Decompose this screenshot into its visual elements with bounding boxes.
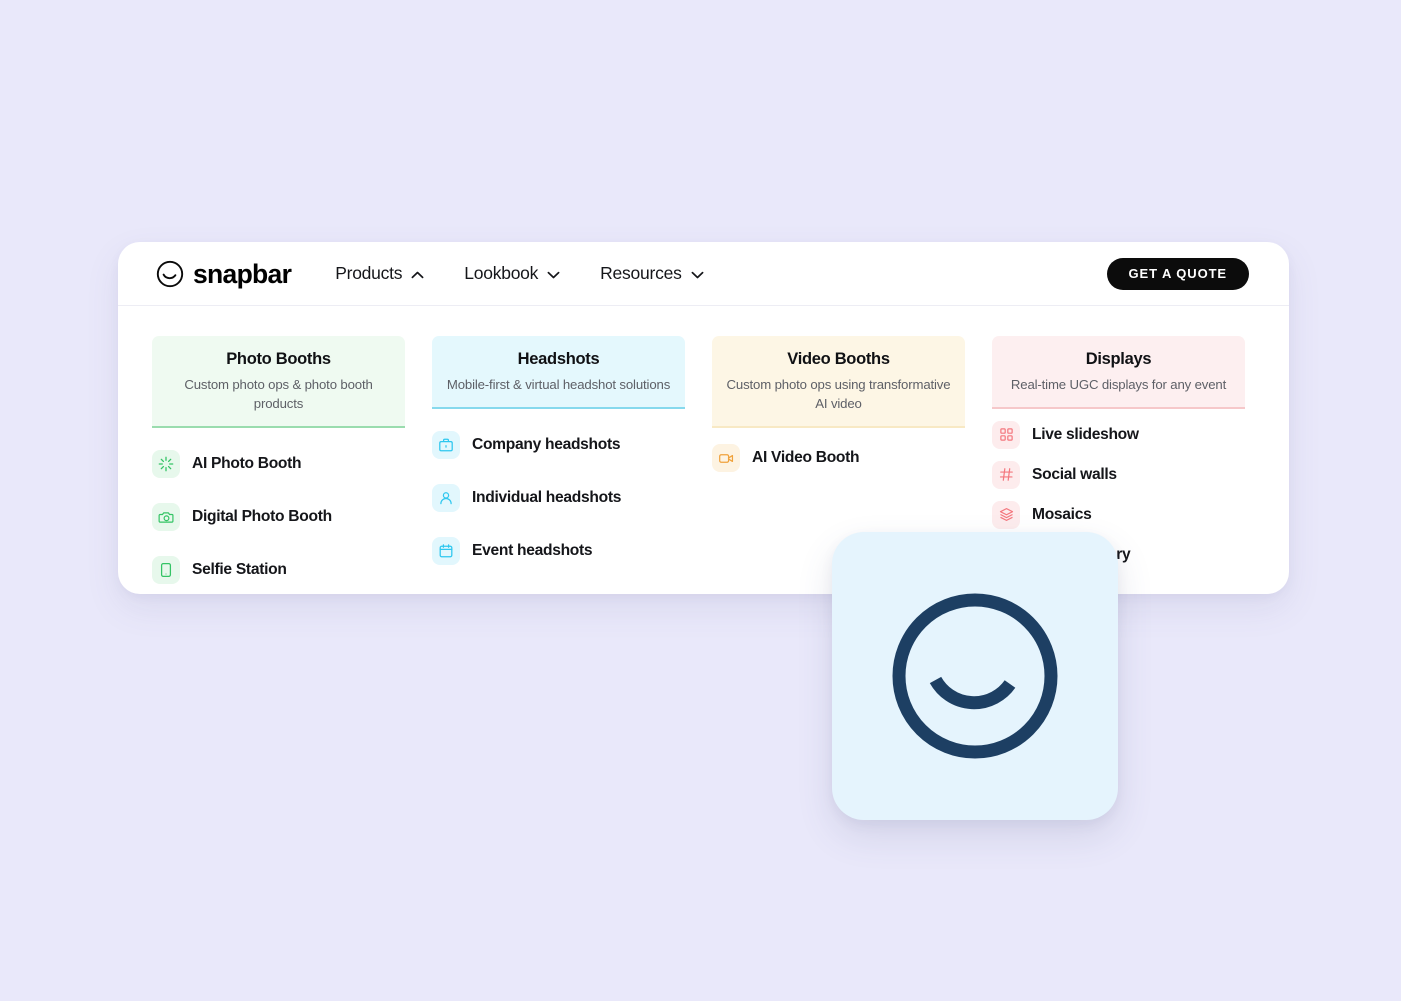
column-description: Real-time UGC displays for any event [1010, 376, 1227, 392]
mega-column-headshots: Headshots Mobile-first & virtual headsho… [432, 336, 685, 603]
menu-item-label: AI Photo Booth [192, 455, 302, 473]
sparkle-icon [152, 450, 180, 479]
menu-item-label: Individual headshots [472, 488, 622, 506]
column-title: Photo Booths [226, 350, 331, 368]
menu-item-social-walls[interactable]: Social walls [992, 459, 1245, 491]
nav-item-lookbook[interactable]: Lookbook [464, 262, 560, 283]
menu-item-label: AI Video Booth [752, 449, 860, 467]
camera-icon [152, 503, 180, 532]
menu-item-label: Event headshots [472, 541, 593, 559]
video-camera-icon [712, 444, 740, 473]
menu-item-ai-photo-booth[interactable]: AI Photo Booth [152, 444, 405, 484]
floating-logo-card [832, 532, 1118, 820]
column-description: Custom photo ops & photo booth products [184, 376, 373, 411]
snapbar-wordmark: snapbar [193, 259, 292, 290]
menu-item-digital-photo-booth[interactable]: Digital Photo Booth [152, 497, 405, 537]
calendar-icon [432, 536, 460, 565]
snapbar-logo[interactable]: snapbar [156, 259, 292, 290]
chevron-up-icon [411, 265, 424, 283]
column-description: Custom photo ops using transformative AI… [726, 376, 951, 411]
menu-item-ai-video-booth[interactable]: AI Video Booth [712, 438, 965, 478]
mega-column-photo-booths: Photo Booths Custom photo ops & photo bo… [152, 336, 405, 603]
nav-item-lookbook-label: Lookbook [464, 262, 539, 283]
nav-links: Products Lookbook Resources [335, 262, 704, 283]
nav-item-products-label: Products [335, 262, 403, 283]
menu-item-label: Mosaics [1032, 505, 1092, 523]
column-description: Mobile-first & virtual headshot solution… [446, 376, 671, 392]
briefcase-icon [432, 430, 460, 459]
menu-item-label: Selfie Station [192, 561, 287, 579]
tablet-icon [152, 556, 180, 585]
column-title: Video Booths [787, 350, 890, 368]
person-icon [432, 483, 460, 512]
menu-item-mosaics[interactable]: Mosaics [992, 499, 1245, 531]
get-a-quote-button[interactable]: GET A QUOTE [1106, 257, 1249, 290]
site-navbar: snapbar Products Lookbook Resources GET … [118, 242, 1289, 306]
column-title: Displays [1085, 350, 1152, 368]
column-header-displays[interactable]: Displays Real-time UGC displays for any … [992, 336, 1245, 409]
column-header-headshots[interactable]: Headshots Mobile-first & virtual headsho… [432, 336, 685, 409]
menu-item-label: Live slideshow [1032, 425, 1139, 443]
menu-item-label: Digital Photo Booth [192, 508, 332, 526]
menu-item-individual-headshots[interactable]: Individual headshots [432, 478, 685, 518]
column-items-headshots: Company headshots Individual headshots E… [432, 409, 685, 571]
nav-item-resources[interactable]: Resources [600, 262, 704, 283]
grid-icon [992, 420, 1020, 449]
column-items-photo-booths: AI Photo Booth Digital Photo Booth Selfi… [152, 428, 405, 590]
nav-item-products[interactable]: Products [335, 262, 424, 283]
products-mega-menu-panel: snapbar Products Lookbook Resources GET … [118, 242, 1289, 594]
layers-icon [992, 500, 1020, 529]
menu-item-live-slideshow[interactable]: Live slideshow [992, 419, 1245, 451]
snapbar-smile-circle-icon [889, 590, 1061, 762]
hashtag-icon [992, 460, 1020, 489]
chevron-down-icon [691, 265, 704, 283]
column-header-video-booths[interactable]: Video Booths Custom photo ops using tran… [712, 336, 965, 429]
column-title: Headshots [517, 350, 600, 368]
menu-item-selfie-station[interactable]: Selfie Station [152, 550, 405, 590]
column-items-video-booths: AI Video Booth [712, 428, 965, 478]
menu-item-label: Company headshots [472, 435, 621, 453]
menu-item-event-headshots[interactable]: Event headshots [432, 531, 685, 571]
column-header-photo-booths[interactable]: Photo Booths Custom photo ops & photo bo… [152, 336, 405, 429]
menu-item-label: Social walls [1032, 465, 1117, 483]
menu-item-company-headshots[interactable]: Company headshots [432, 425, 685, 465]
chevron-down-icon [547, 265, 560, 283]
nav-item-resources-label: Resources [600, 262, 682, 283]
snapbar-smile-circle-icon [156, 260, 184, 288]
